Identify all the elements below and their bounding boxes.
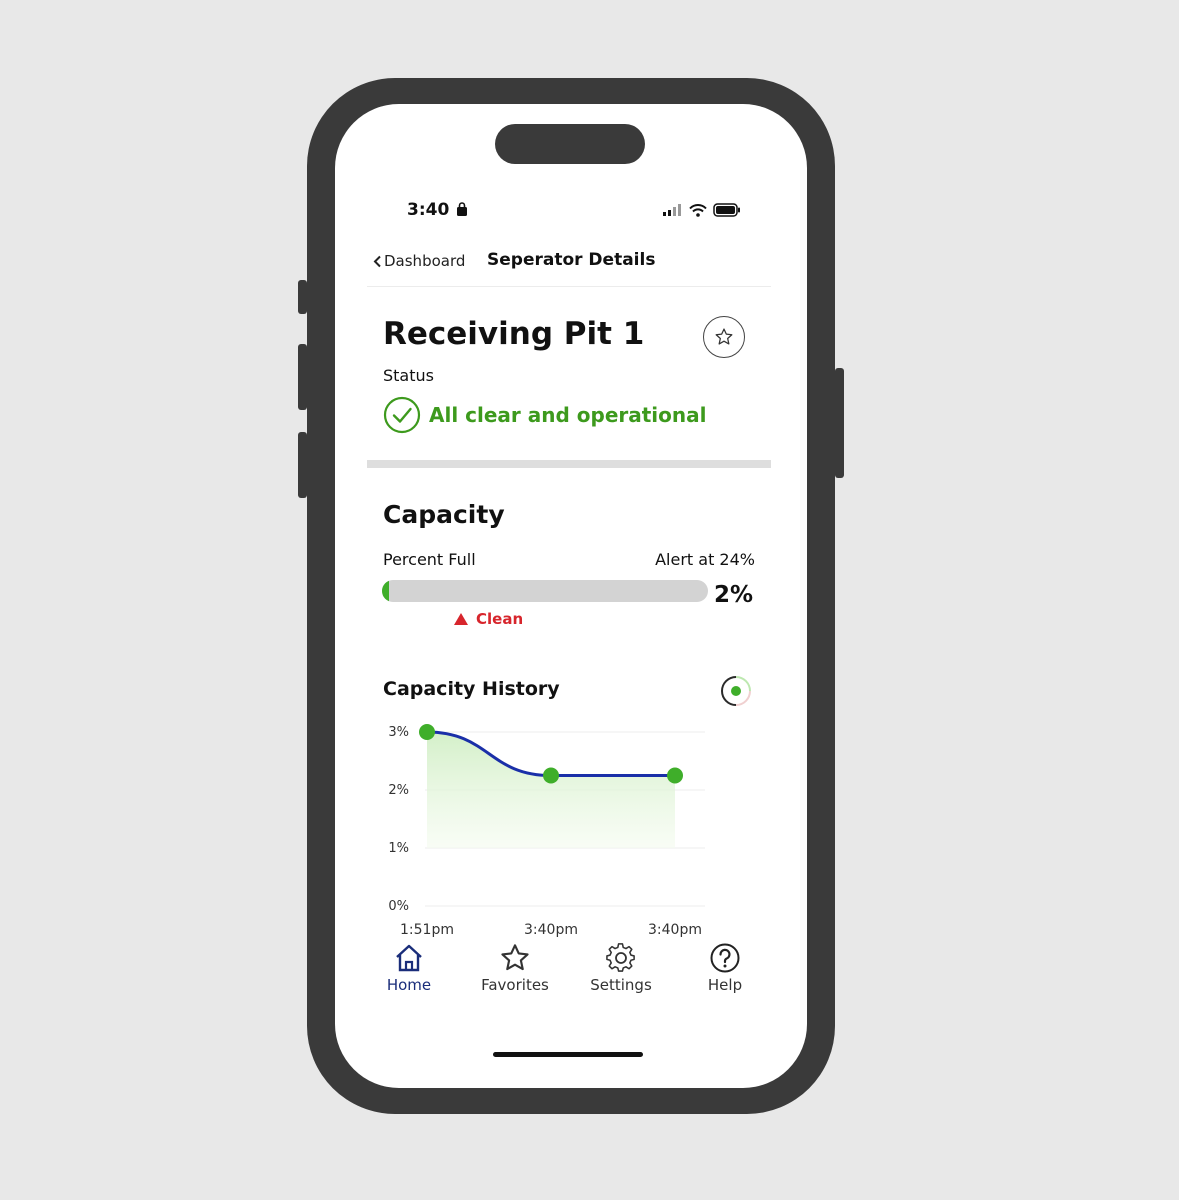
capacity-title: Capacity bbox=[383, 500, 505, 529]
chart-x-tick-label: 3:40pm bbox=[648, 922, 702, 938]
dynamic-island bbox=[495, 124, 645, 164]
status-row: All clear and operational bbox=[383, 396, 707, 434]
wifi-icon bbox=[689, 203, 707, 217]
nav-divider bbox=[367, 286, 771, 287]
battery-icon bbox=[713, 203, 740, 217]
chart-area-fill bbox=[427, 732, 675, 848]
chart-x-tick-label: 1:51pm bbox=[400, 922, 454, 938]
nav-title: Seperator Details bbox=[487, 250, 656, 270]
tab-help-label: Help bbox=[707, 976, 743, 994]
live-indicator-icon[interactable] bbox=[719, 674, 753, 708]
tab-favorites-label: Favorites bbox=[481, 976, 549, 994]
bottom-tab-bar: Home Favorites Settings Help bbox=[335, 942, 807, 1012]
chevron-left-icon bbox=[373, 255, 381, 267]
status-icons bbox=[663, 203, 741, 217]
chart-x-tick-label: 3:40pm bbox=[524, 922, 578, 938]
back-button[interactable]: Dashboard bbox=[373, 252, 465, 270]
status-text: All clear and operational bbox=[429, 403, 707, 427]
percent-full-label: Percent Full bbox=[383, 550, 476, 569]
volume-up-button bbox=[298, 344, 307, 410]
chart-data-point bbox=[419, 724, 435, 740]
triangle-up-icon bbox=[454, 613, 468, 625]
tab-settings-label: Settings bbox=[590, 976, 652, 994]
check-circle-icon bbox=[383, 396, 421, 434]
section-divider bbox=[367, 460, 771, 468]
clean-label: Clean bbox=[476, 610, 524, 628]
help-icon bbox=[710, 943, 740, 973]
star-icon bbox=[501, 944, 529, 971]
back-button-label: Dashboard bbox=[384, 252, 466, 270]
lock-icon bbox=[457, 202, 468, 216]
signal-icon bbox=[663, 204, 681, 216]
favorite-button[interactable] bbox=[703, 316, 745, 358]
chart-y-tick-label: 1% bbox=[388, 841, 409, 856]
capacity-value: 2% bbox=[713, 582, 753, 608]
alert-threshold-label: Alert at 24% bbox=[655, 550, 755, 569]
chart-data-point bbox=[667, 767, 683, 784]
chart-y-tick-label: 2% bbox=[388, 783, 409, 798]
page-title: Receiving Pit 1 bbox=[383, 316, 645, 352]
capacity-history-chart: 0% 1% 2% 3% 1:51pm 3:40pm 3:40pm bbox=[388, 724, 705, 938]
status-time: 3:40 bbox=[407, 200, 468, 220]
tab-help[interactable]: Help bbox=[675, 942, 775, 994]
gear-icon bbox=[606, 943, 635, 972]
tab-home-label: Home bbox=[386, 976, 432, 994]
status-time-text: 3:40 bbox=[407, 200, 450, 220]
chart-y-tick-label: 3% bbox=[388, 725, 409, 740]
mute-switch bbox=[298, 280, 307, 314]
status-label: Status bbox=[383, 366, 434, 385]
tab-favorites[interactable]: Favorites bbox=[465, 942, 565, 994]
history-title: Capacity History bbox=[383, 678, 560, 700]
power-button bbox=[835, 368, 844, 478]
home-indicator bbox=[493, 1052, 643, 1057]
phone-screen: 3:40 Dashboard Seperator Details Receivi… bbox=[335, 104, 807, 1088]
phone-frame: 3:40 Dashboard Seperator Details Receivi… bbox=[298, 78, 844, 1114]
capacity-progress-bar bbox=[382, 580, 708, 602]
clean-marker: Clean bbox=[453, 610, 523, 628]
volume-down-button bbox=[298, 432, 307, 498]
tab-home[interactable]: Home bbox=[359, 942, 459, 994]
home-icon bbox=[396, 944, 422, 972]
star-outline-icon bbox=[715, 328, 733, 345]
chart-y-tick-label: 0% bbox=[388, 899, 409, 914]
capacity-progress-fill bbox=[382, 580, 389, 602]
tab-settings[interactable]: Settings bbox=[571, 942, 671, 994]
chart-data-point bbox=[543, 767, 559, 784]
